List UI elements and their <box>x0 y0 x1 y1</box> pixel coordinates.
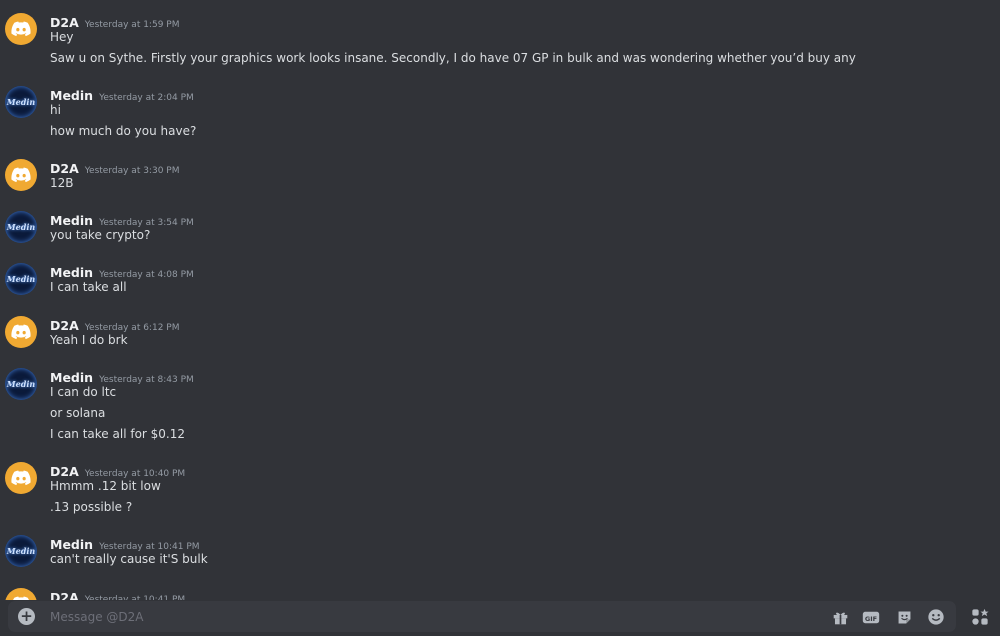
author-name[interactable]: Medin <box>50 213 93 228</box>
author-name[interactable]: Medin <box>50 370 93 385</box>
message-text: Yeah I do brk <box>50 333 128 347</box>
gif-icon[interactable]: GIF <box>861 607 881 627</box>
message-input[interactable] <box>48 606 752 628</box>
message-header: D2A Yesterday at 3:30 PM <box>50 158 179 177</box>
author-name[interactable]: Medin <box>50 88 93 103</box>
apps-icon[interactable] <box>968 605 992 629</box>
author-name[interactable]: D2A <box>50 464 79 479</box>
message-text: how much do you have? <box>50 124 197 138</box>
author-name[interactable]: D2A <box>50 318 79 333</box>
message-text: Hey <box>50 30 74 44</box>
message-timestamp: Yesterday at 10:41 PM <box>99 542 200 552</box>
message-text: Saw u on Sythe. Firstly your graphics wo… <box>50 51 856 65</box>
avatar[interactable] <box>5 588 37 600</box>
avatar[interactable]: Medin <box>5 211 37 243</box>
message-header: Medin Yesterday at 10:41 PM <box>50 534 200 553</box>
avatar[interactable] <box>5 13 37 45</box>
gift-icon[interactable] <box>830 607 850 627</box>
svg-text:GIF: GIF <box>865 614 877 622</box>
author-name[interactable]: D2A <box>50 161 79 176</box>
sticker-icon[interactable] <box>894 607 914 627</box>
emoji-icon[interactable] <box>926 607 946 627</box>
avatar[interactable]: Medin <box>5 535 37 567</box>
message-text: you take crypto? <box>50 228 151 242</box>
avatar[interactable] <box>5 159 37 191</box>
discord-logo-icon <box>13 596 29 600</box>
message-text: 12B <box>50 176 74 190</box>
message-header: Medin Yesterday at 4:08 PM <box>50 262 194 281</box>
message-header: D2A Yesterday at 10:40 PM <box>50 461 185 480</box>
message-text: I can do ltc <box>50 385 117 399</box>
message-header: D2A Yesterday at 1:59 PM <box>50 12 179 31</box>
message-text: or solana <box>50 406 106 420</box>
avatar-text: Medin <box>6 274 36 284</box>
author-name[interactable]: Medin <box>50 265 93 280</box>
avatar-text: Medin <box>6 97 36 107</box>
message-timestamp: Yesterday at 3:54 PM <box>99 218 194 228</box>
message-timestamp: Yesterday at 3:30 PM <box>84 166 180 176</box>
discord-logo-icon <box>11 470 31 486</box>
message-text: I can take all <box>50 280 127 294</box>
message-header: Medin Yesterday at 3:54 PM <box>50 210 194 229</box>
message-timestamp: Yesterday at 10:40 PM <box>84 469 186 479</box>
avatar[interactable] <box>5 462 37 494</box>
plus-icon[interactable]: + <box>18 608 35 625</box>
discord-logo-icon <box>11 21 31 37</box>
message-text: .13 possible ? <box>50 500 133 514</box>
message-composer: + GIF <box>8 601 956 632</box>
author-name[interactable]: Medin <box>50 537 93 552</box>
message-timestamp: Yesterday at 10:41 PM <box>84 595 186 600</box>
message-header: Medin Yesterday at 8:43 PM <box>50 367 194 386</box>
message-timestamp: Yesterday at 4:08 PM <box>99 270 194 280</box>
message-timestamp: Yesterday at 8:43 PM <box>99 375 194 385</box>
author-name[interactable]: D2A <box>50 15 79 30</box>
author-name[interactable]: D2A <box>50 590 79 600</box>
message-header: D2A Yesterday at 10:41 PM <box>50 587 185 600</box>
avatar[interactable] <box>5 316 37 348</box>
message-text: hi <box>50 103 61 117</box>
message-header: Medin Yesterday at 2:04 PM <box>50 85 194 104</box>
discord-logo-icon <box>11 167 31 183</box>
avatar[interactable]: Medin <box>5 368 37 400</box>
avatar[interactable]: Medin <box>5 263 37 295</box>
message-timestamp: Yesterday at 2:04 PM <box>99 93 194 103</box>
discord-logo-icon <box>11 324 31 340</box>
message-list: D2A Yesterday at 1:59 PM Hey Saw u on Sythe… <box>0 0 1000 600</box>
message-header: D2A Yesterday at 6:12 PM <box>50 315 179 334</box>
avatar-text: Medin <box>6 222 36 232</box>
message-timestamp: Yesterday at 6:12 PM <box>84 323 180 333</box>
message-text: I can take all for $0.12 <box>50 427 186 441</box>
avatar[interactable]: Medin <box>5 86 37 118</box>
message-text: can't really cause it'S bulk <box>50 552 208 566</box>
message-text: Hmmm .12 bit low <box>50 479 161 493</box>
message-timestamp: Yesterday at 1:59 PM <box>84 20 180 30</box>
avatar-text: Medin <box>6 546 36 556</box>
avatar-text: Medin <box>6 379 36 389</box>
